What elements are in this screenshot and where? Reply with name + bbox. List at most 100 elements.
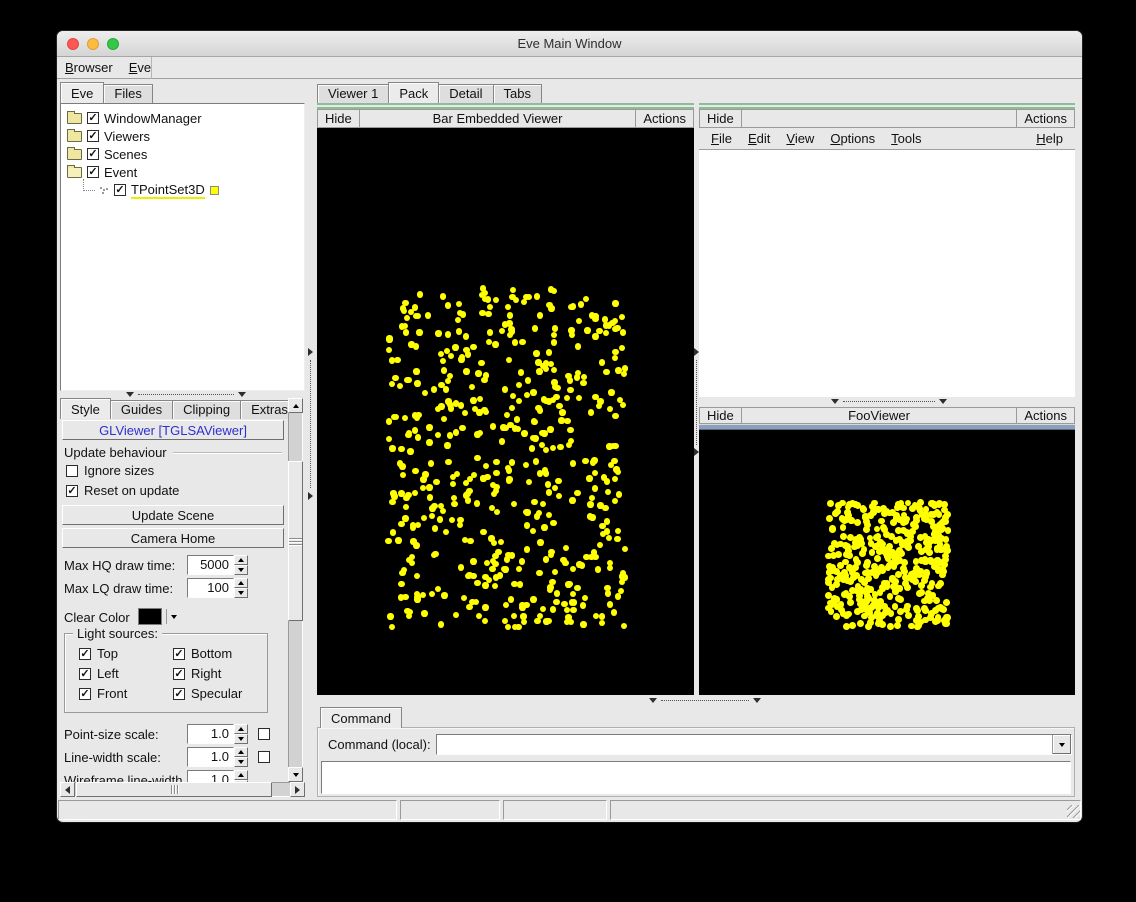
command-output-area[interactable] xyxy=(321,761,1071,794)
scatter-point xyxy=(570,566,576,572)
style-vertical-scrollbar[interactable] xyxy=(288,398,303,782)
foo-gl-viewport[interactable] xyxy=(699,430,1075,695)
close-window-icon[interactable] xyxy=(67,38,79,50)
menu-file[interactable]: File xyxy=(703,129,740,148)
command-input[interactable] xyxy=(437,735,1052,754)
hide-button[interactable]: Hide xyxy=(318,110,360,127)
tree-checkbox-tpointset3d[interactable] xyxy=(114,184,126,196)
scroll-down-icon[interactable] xyxy=(288,767,303,782)
line-width-entry[interactable]: 1.0 xyxy=(187,747,234,767)
clear-color-swatch[interactable] xyxy=(138,608,162,625)
combo-dropdown-icon[interactable] xyxy=(1052,735,1071,754)
color-marker-icon[interactable] xyxy=(210,186,219,195)
tree-item-event[interactable]: Event xyxy=(61,163,304,181)
minimize-window-icon[interactable] xyxy=(87,38,99,50)
max-lq-spinner[interactable] xyxy=(234,578,248,598)
menu-tools[interactable]: Tools xyxy=(883,129,929,148)
line-width-checkbox[interactable] xyxy=(258,751,270,763)
tree-checkbox-event[interactable] xyxy=(87,166,99,178)
tab-viewer1[interactable]: Viewer 1 xyxy=(317,84,389,103)
line-width-row: Line-width scale: 1.0 xyxy=(64,747,284,767)
menu-edit[interactable]: Edit xyxy=(740,129,778,148)
menu-view[interactable]: View xyxy=(778,129,822,148)
camera-home-button[interactable]: Camera Home xyxy=(62,528,284,548)
max-hq-spinner[interactable] xyxy=(234,555,248,575)
spin-up-icon[interactable] xyxy=(234,747,248,757)
resize-grip[interactable] xyxy=(1067,805,1080,818)
wireframe-spinner[interactable] xyxy=(234,770,248,782)
bar-gl-viewport[interactable] xyxy=(317,128,694,695)
wireframe-entry[interactable]: 1.0 xyxy=(187,770,234,782)
menu-browser[interactable]: Browser xyxy=(57,58,121,77)
tab-command[interactable]: Command xyxy=(320,707,402,728)
light-specular-checkbox[interactable] xyxy=(173,688,185,700)
spin-up-icon[interactable] xyxy=(234,724,248,734)
left-pack-splitter[interactable] xyxy=(307,104,315,797)
reset-on-update-checkbox[interactable] xyxy=(66,485,78,497)
point-size-entry[interactable]: 1.0 xyxy=(187,724,234,744)
tree-checkbox-windowmanager[interactable] xyxy=(87,112,99,124)
scatter-point xyxy=(593,613,599,619)
hide-button[interactable]: Hide xyxy=(700,408,742,423)
tab-pack[interactable]: Pack xyxy=(388,82,439,103)
tree-item-scenes[interactable]: Scenes xyxy=(61,145,304,163)
browser-content-area[interactable] xyxy=(699,150,1075,397)
tab-guides[interactable]: Guides xyxy=(110,400,173,419)
zoom-window-icon[interactable] xyxy=(107,38,119,50)
tab-eve[interactable]: Eve xyxy=(60,82,104,103)
tree-item-viewers[interactable]: Viewers xyxy=(61,127,304,145)
scatter-point xyxy=(599,359,605,365)
tab-tabs[interactable]: Tabs xyxy=(493,84,542,103)
update-scene-button[interactable]: Update Scene xyxy=(62,505,284,525)
menu-help[interactable]: Help xyxy=(1028,129,1071,148)
tree-checkbox-viewers[interactable] xyxy=(87,130,99,142)
spin-down-icon[interactable] xyxy=(234,734,248,744)
scrollbar-thumb[interactable] xyxy=(288,461,303,621)
spin-up-icon[interactable] xyxy=(234,578,248,588)
command-label: Command (local): xyxy=(328,737,431,752)
spin-up-icon[interactable] xyxy=(234,770,248,780)
color-dropdown-icon[interactable] xyxy=(166,609,180,624)
actions-button[interactable]: Actions xyxy=(1016,408,1074,423)
ignore-sizes-checkbox[interactable] xyxy=(66,465,78,477)
tab-clipping[interactable]: Clipping xyxy=(172,400,241,419)
spin-down-icon[interactable] xyxy=(234,565,248,575)
spin-down-icon[interactable] xyxy=(234,588,248,598)
pack-command-splitter[interactable] xyxy=(317,695,1075,707)
tab-files[interactable]: Files xyxy=(103,84,152,103)
light-sources-group: Light sources: Top Bottom Left Right Fro… xyxy=(64,633,268,713)
spin-down-icon[interactable] xyxy=(234,757,248,767)
command-combobox[interactable] xyxy=(436,734,1072,755)
point-size-spinner[interactable] xyxy=(234,724,248,744)
scroll-right-icon[interactable] xyxy=(290,782,305,797)
scatter-point xyxy=(413,343,419,349)
point-size-checkbox[interactable] xyxy=(258,728,270,740)
light-right-checkbox[interactable] xyxy=(173,668,185,680)
line-width-spinner[interactable] xyxy=(234,747,248,767)
actions-button[interactable]: Actions xyxy=(635,110,693,127)
scroll-left-icon[interactable] xyxy=(60,782,75,797)
light-left-checkbox[interactable] xyxy=(79,668,91,680)
tree-item-windowmanager[interactable]: WindowManager xyxy=(61,109,304,127)
light-front-checkbox[interactable] xyxy=(79,688,91,700)
menu-options[interactable]: Options xyxy=(822,129,883,148)
status-bar xyxy=(57,800,1082,820)
menu-eve[interactable]: Eve xyxy=(121,58,159,77)
actions-button[interactable]: Actions xyxy=(1016,110,1074,127)
scatter-point xyxy=(510,393,516,399)
scrollbar-thumb[interactable] xyxy=(76,782,272,797)
spin-up-icon[interactable] xyxy=(234,555,248,565)
tab-detail[interactable]: Detail xyxy=(438,84,493,103)
scroll-up-icon[interactable] xyxy=(288,398,303,413)
tree-style-splitter[interactable] xyxy=(60,391,305,398)
tree-checkbox-scenes[interactable] xyxy=(87,148,99,160)
light-top-checkbox[interactable] xyxy=(79,648,91,660)
max-hq-entry[interactable]: 5000 xyxy=(187,555,234,575)
max-lq-entry[interactable]: 100 xyxy=(187,578,234,598)
tree-item-tpointset3d[interactable]: TPointSet3D xyxy=(61,181,304,199)
light-bottom-checkbox[interactable] xyxy=(173,648,185,660)
tab-style[interactable]: Style xyxy=(60,398,111,419)
style-horizontal-scrollbar[interactable] xyxy=(60,782,305,797)
foo-splitter[interactable] xyxy=(699,397,1075,407)
hide-button[interactable]: Hide xyxy=(700,110,742,127)
